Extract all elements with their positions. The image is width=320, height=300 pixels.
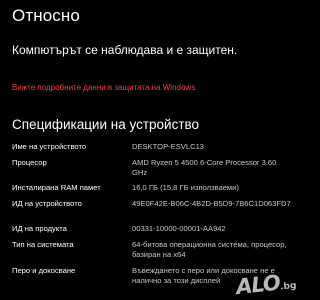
spec-label: Процесор	[12, 158, 47, 167]
windows-security-link[interactable]: Вижте подробните данни в защитата на Win…	[12, 83, 195, 92]
page-title: Относно	[12, 6, 80, 25]
device-specs-heading: Спецификации на устройство	[12, 117, 200, 132]
protection-status-text: Компютърът се наблюдава и е защитен.	[12, 43, 238, 57]
watermark-tld: .bg	[279, 280, 297, 293]
watermark-brand: ALO	[234, 270, 281, 300]
spec-value: 00331-10000-00001-AA942	[132, 224, 226, 233]
spec-label: Перо и докосване	[12, 266, 76, 275]
spec-label: Име на устройството	[12, 142, 87, 151]
spec-label: Тип на системата	[12, 240, 74, 249]
spec-value: 16,0 ГБ (15,8 ГБ използваеми)	[132, 183, 239, 192]
spec-value: 64-битова операционна система, процесор,…	[132, 240, 287, 259]
spec-value: DESKTOP-ESVLC13	[132, 142, 205, 151]
spec-label: Инсталирана RAM памет	[12, 183, 101, 192]
spec-label: ИД на продукта	[12, 224, 67, 233]
spec-value: 49E0F42E-B06C-4B2D-B5D9-7B6C1D063FD7	[132, 199, 291, 208]
spec-label: ИД на устройството	[12, 199, 82, 208]
alo-watermark-logo: ALO.bg	[235, 269, 297, 299]
spec-value: AMD Ryzen 5 4500 6-Core Processor 3.60 G…	[132, 158, 277, 177]
